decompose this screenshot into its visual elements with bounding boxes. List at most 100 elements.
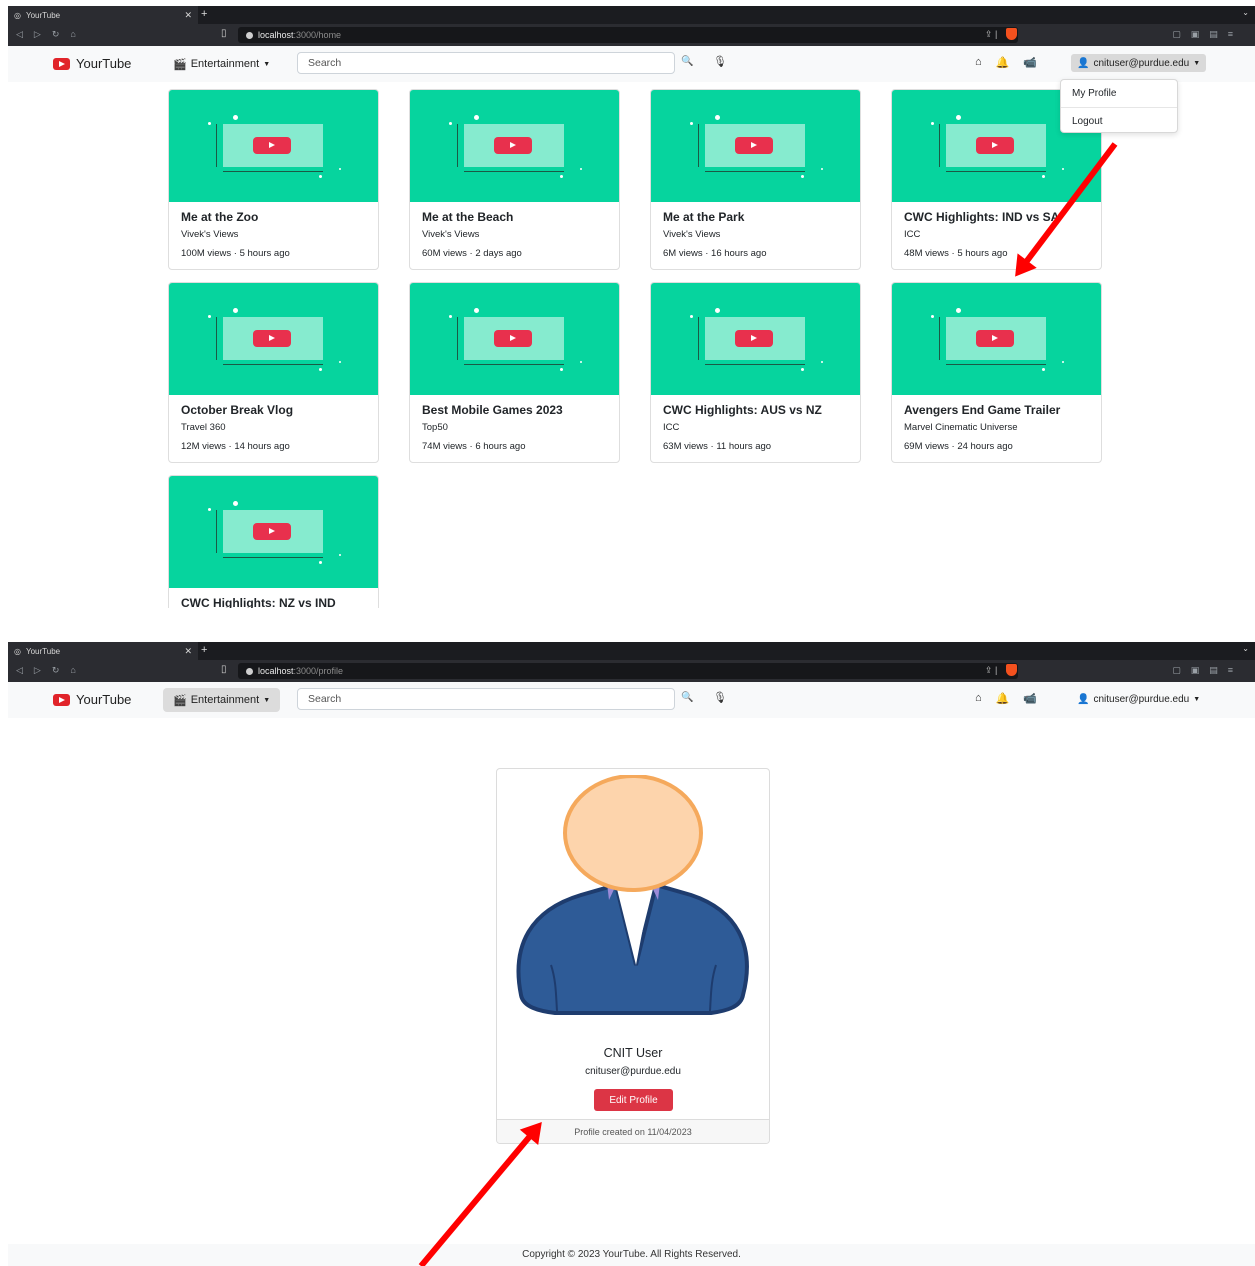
brand-logo[interactable]: YourTube <box>53 56 131 71</box>
video-thumbnail[interactable] <box>169 476 378 588</box>
video-thumbnail[interactable] <box>169 283 378 395</box>
url-field[interactable]: localhost:3000/home <box>238 27 1018 43</box>
video-camera-icon[interactable]: 📹 <box>1023 56 1037 69</box>
profile-card: CNIT User cnituser@purdue.edu Edit Profi… <box>496 768 770 1144</box>
mic-icon[interactable]: 🎙 <box>713 691 727 704</box>
close-icon[interactable]: ✕ <box>184 646 192 657</box>
brave-shield-icon[interactable] <box>1006 664 1017 676</box>
play-button-icon <box>705 317 805 360</box>
bookmark-icon[interactable]: ▯ <box>221 28 227 39</box>
category-dropdown[interactable]: 🎬 Entertainment ▼ <box>163 52 280 76</box>
nav-buttons[interactable]: ◁▷↻⌂ <box>16 29 87 40</box>
tab-title: YourTube <box>25 646 61 656</box>
video-card[interactable]: CWC Highlights: AUS vs NZ ICC 63M views · … <box>650 282 861 463</box>
video-meta: 69M views · 24 hours ago <box>904 441 1013 452</box>
video-card[interactable]: CWC Highlights: NZ vs IND <box>168 475 379 608</box>
video-title[interactable]: CWC Highlights: AUS vs NZ <box>663 403 848 419</box>
new-tab-button[interactable]: + <box>201 8 207 20</box>
search-input[interactable]: Search <box>297 688 675 710</box>
nav-buttons[interactable]: ◁▷↻⌂ <box>16 665 87 676</box>
video-channel[interactable]: Marvel Cinematic Universe <box>904 422 1089 433</box>
browser-tab[interactable]: ◎ YourTube ✕ <box>8 642 198 660</box>
video-thumbnail[interactable] <box>169 90 378 202</box>
home-icon[interactable]: ⌂ <box>975 56 982 69</box>
profile-screenshot: ◎ YourTube ✕ + ⌄ ◁▷↻⌂ ▯ localhost:3000/p… <box>8 642 1255 1266</box>
bell-icon[interactable]: 🔔 <box>996 692 1010 705</box>
video-thumbnail[interactable] <box>651 283 860 395</box>
video-thumbnail[interactable] <box>892 283 1101 395</box>
brave-shield-icon[interactable] <box>1006 28 1017 40</box>
search-input[interactable]: Search <box>297 52 675 74</box>
play-button-icon <box>946 317 1046 360</box>
video-card[interactable]: October Break Vlog Travel 360 12M views · … <box>168 282 379 463</box>
play-button-icon <box>223 124 323 167</box>
play-logo-icon <box>53 57 70 70</box>
video-channel[interactable]: ICC <box>663 422 848 433</box>
video-title[interactable]: Me at the Beach <box>422 210 607 226</box>
video-channel[interactable]: Vivek's Views <box>663 229 848 240</box>
chevron-down-icon[interactable]: ⌄ <box>1242 644 1249 653</box>
video-meta: 60M views · 2 days ago <box>422 248 522 259</box>
mic-icon[interactable]: 🎙 <box>713 55 727 68</box>
video-title[interactable]: Best Mobile Games 2023 <box>422 403 607 419</box>
search-icon[interactable]: 🔍 <box>681 692 693 703</box>
dropdown-item-logout[interactable]: Logout <box>1061 107 1177 134</box>
user-menu-button[interactable]: 👤 cnituser@purdue.edu ▼ <box>1071 54 1207 72</box>
video-camera-icon[interactable]: 📹 <box>1023 692 1037 705</box>
home-screenshot: ◎ YourTube ✕ + ⌄ ◁▷↻⌂ ▯ localhost:3000/h… <box>8 6 1255 608</box>
play-button-icon <box>223 317 323 360</box>
new-tab-button[interactable]: + <box>201 644 207 656</box>
video-meta: 100M views · 5 hours ago <box>181 248 290 259</box>
address-bar: ◁▷↻⌂ ▯ localhost:3000/profile ⇪ | ▢▣▤≡ <box>8 660 1255 682</box>
play-button-icon <box>223 510 323 553</box>
browser-tab-bar: ◎ YourTube ✕ + ⌄ <box>8 642 1255 660</box>
video-card[interactable]: Me at the Zoo Vivek's Views 100M views · 5… <box>168 89 379 270</box>
url-host: localhost <box>258 30 294 40</box>
video-channel[interactable]: Vivek's Views <box>181 229 366 240</box>
url-path: :3000/profile <box>293 666 344 676</box>
dropdown-item-my-profile[interactable]: My Profile <box>1061 80 1177 107</box>
video-thumbnail[interactable] <box>651 90 860 202</box>
browser-toolbar-buttons[interactable]: ▢▣▤≡ <box>1172 29 1243 40</box>
film-icon: 🎬 <box>173 58 187 71</box>
video-thumbnail[interactable] <box>410 283 619 395</box>
chevron-down-icon[interactable]: ⌄ <box>1242 8 1249 17</box>
share-icon[interactable]: ⇪ | <box>985 665 997 676</box>
video-card[interactable]: Avengers End Game Trailer Marvel Cinemati… <box>891 282 1102 463</box>
brand-logo[interactable]: YourTube <box>53 692 131 707</box>
category-dropdown[interactable]: 🎬 Entertainment ▼ <box>163 688 281 712</box>
browser-tab[interactable]: ◎ YourTube ✕ <box>8 6 198 24</box>
share-icon[interactable]: ⇪ | <box>985 29 997 40</box>
video-channel[interactable]: ICC <box>904 229 1089 240</box>
bookmark-icon[interactable]: ▯ <box>221 664 227 675</box>
user-menu-button[interactable]: 👤 cnituser@purdue.edu ▼ <box>1071 690 1206 708</box>
video-thumbnail[interactable] <box>410 90 619 202</box>
video-title[interactable]: CWC Highlights: NZ vs IND <box>181 596 366 608</box>
video-title[interactable]: October Break Vlog <box>181 403 366 419</box>
close-icon[interactable]: ✕ <box>184 10 192 21</box>
home-icon[interactable]: ⌂ <box>975 692 982 705</box>
site-info-icon <box>246 31 253 39</box>
video-title[interactable]: Me at the Zoo <box>181 210 366 226</box>
video-meta: 48M views · 5 hours ago <box>904 248 1008 259</box>
bell-icon[interactable]: 🔔 <box>996 56 1010 69</box>
chevron-down-icon: ▼ <box>263 696 271 704</box>
profile-name: CNIT User <box>603 1046 663 1060</box>
search-icon[interactable]: 🔍 <box>681 56 693 67</box>
url-field[interactable]: localhost:3000/profile <box>238 663 1018 679</box>
user-email: cnituser@purdue.edu <box>1093 693 1190 705</box>
video-card[interactable]: Best Mobile Games 2023 Top50 74M views · 6… <box>409 282 620 463</box>
edit-profile-button[interactable]: Edit Profile <box>594 1089 673 1111</box>
browser-toolbar-buttons[interactable]: ▢▣▤≡ <box>1172 665 1243 676</box>
video-title[interactable]: Me at the Park <box>663 210 848 226</box>
nav-icon-group: ⌂ 🔔 📹 <box>975 692 1037 705</box>
play-button-icon <box>464 124 564 167</box>
profile-email: cnituser@purdue.edu <box>585 1066 681 1077</box>
video-title[interactable]: Avengers End Game Trailer <box>904 403 1089 419</box>
play-button-icon <box>946 124 1046 167</box>
video-channel[interactable]: Vivek's Views <box>422 229 607 240</box>
video-channel[interactable]: Top50 <box>422 422 607 433</box>
video-channel[interactable]: Travel 360 <box>181 422 366 433</box>
video-card[interactable]: Me at the Beach Vivek's Views 60M views · … <box>409 89 620 270</box>
video-card[interactable]: Me at the Park Vivek's Views 6M views · 16… <box>650 89 861 270</box>
